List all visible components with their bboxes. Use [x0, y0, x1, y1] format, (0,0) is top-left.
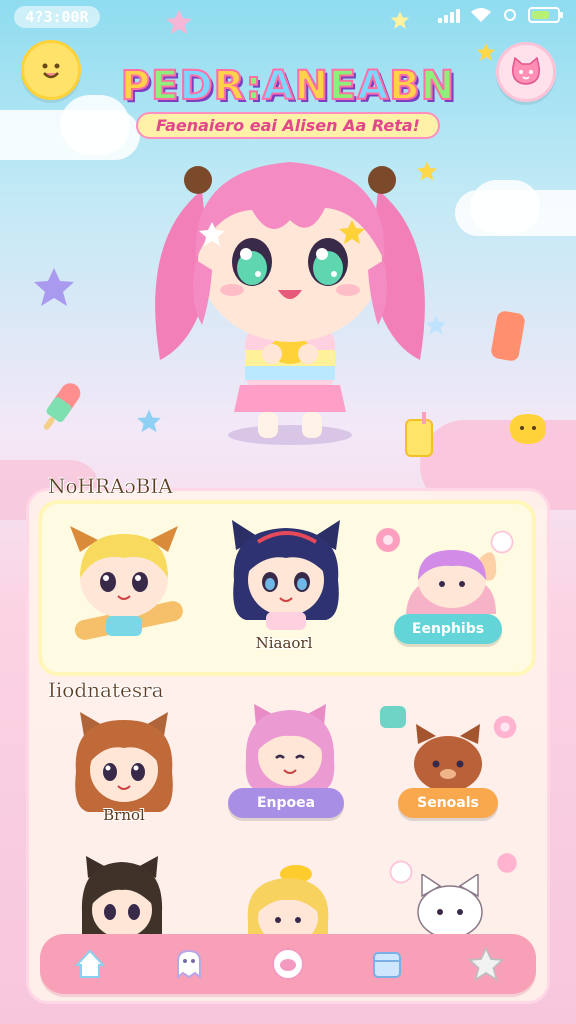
character-action-button-purple[interactable]: Enpoea — [228, 788, 344, 818]
purple-star-icon — [34, 268, 74, 306]
flower-icon — [376, 528, 400, 552]
popsicle-icon — [43, 383, 81, 430]
featured-character-navy-hair[interactable] — [226, 520, 346, 630]
ghost-icon — [176, 949, 201, 980]
shop-icon — [373, 952, 402, 978]
cloud-deco-icon — [490, 530, 514, 554]
character-card-auburn[interactable] — [72, 712, 176, 816]
nav-home-button[interactable] — [68, 942, 112, 986]
app-title: PEDR:ANEABN Faenaiero eai Alisen Aa Reta… — [0, 62, 576, 139]
section-title-featured: NoHRAɔBIA — [48, 474, 173, 498]
nav-chat-button[interactable] — [266, 942, 310, 986]
featured-character-purple-pet[interactable] — [404, 544, 500, 614]
nav-characters-button[interactable] — [167, 942, 211, 986]
sync-icon — [504, 9, 516, 21]
home-icon — [74, 949, 105, 978]
title-subtitle: Faenaiero eai Alisen Aa Reta! — [136, 112, 440, 139]
flower-icon — [497, 853, 517, 873]
character-card-brown-bear[interactable] — [408, 724, 488, 794]
character-card-yellow-hat[interactable] — [242, 862, 334, 936]
featured-character-blonde[interactable] — [62, 522, 186, 652]
section-title-characters: Iiodnatesra — [48, 678, 164, 702]
candy-icon — [380, 706, 406, 728]
character-card-name: Brnol — [103, 806, 145, 824]
flower-icon — [493, 715, 517, 739]
character-card-white-cat[interactable] — [414, 874, 486, 936]
title-main: PEDR:ANEABN — [120, 62, 456, 110]
character-card-dark-hair[interactable] — [78, 856, 166, 936]
candy-bar-icon — [491, 311, 525, 361]
cloud-deco-icon — [389, 860, 413, 884]
featured-character-name: Niaaorl — [255, 634, 313, 652]
wifi-icon — [471, 8, 491, 22]
signal-icon — [438, 7, 460, 23]
chat-icon — [271, 948, 304, 980]
hero-character-illustration — [155, 162, 425, 445]
yellow-star-icon — [476, 43, 496, 61]
nav-favorites-button[interactable] — [464, 942, 508, 986]
character-action-button-orange[interactable]: Senoals — [398, 788, 498, 818]
bottom-nav — [40, 934, 536, 994]
pink-star-icon — [166, 9, 192, 35]
yellow-star-icon — [390, 11, 410, 29]
nav-shop-button[interactable] — [365, 942, 409, 986]
star-icon — [468, 946, 505, 982]
status-time: 4?3:00R — [14, 6, 100, 28]
status-bar: 4?3:00R — [0, 0, 576, 34]
featured-action-button[interactable]: Eenphibs — [394, 614, 502, 644]
character-card-pink-hair[interactable] — [242, 704, 338, 790]
yellow-creature-icon — [510, 414, 546, 444]
battery-icon — [528, 7, 563, 23]
status-icons — [438, 7, 563, 23]
app-screen: 4?3:00R PEDR:ANEABN Faenaiero eai Alisen… — [0, 0, 576, 1024]
cloud — [470, 180, 540, 234]
